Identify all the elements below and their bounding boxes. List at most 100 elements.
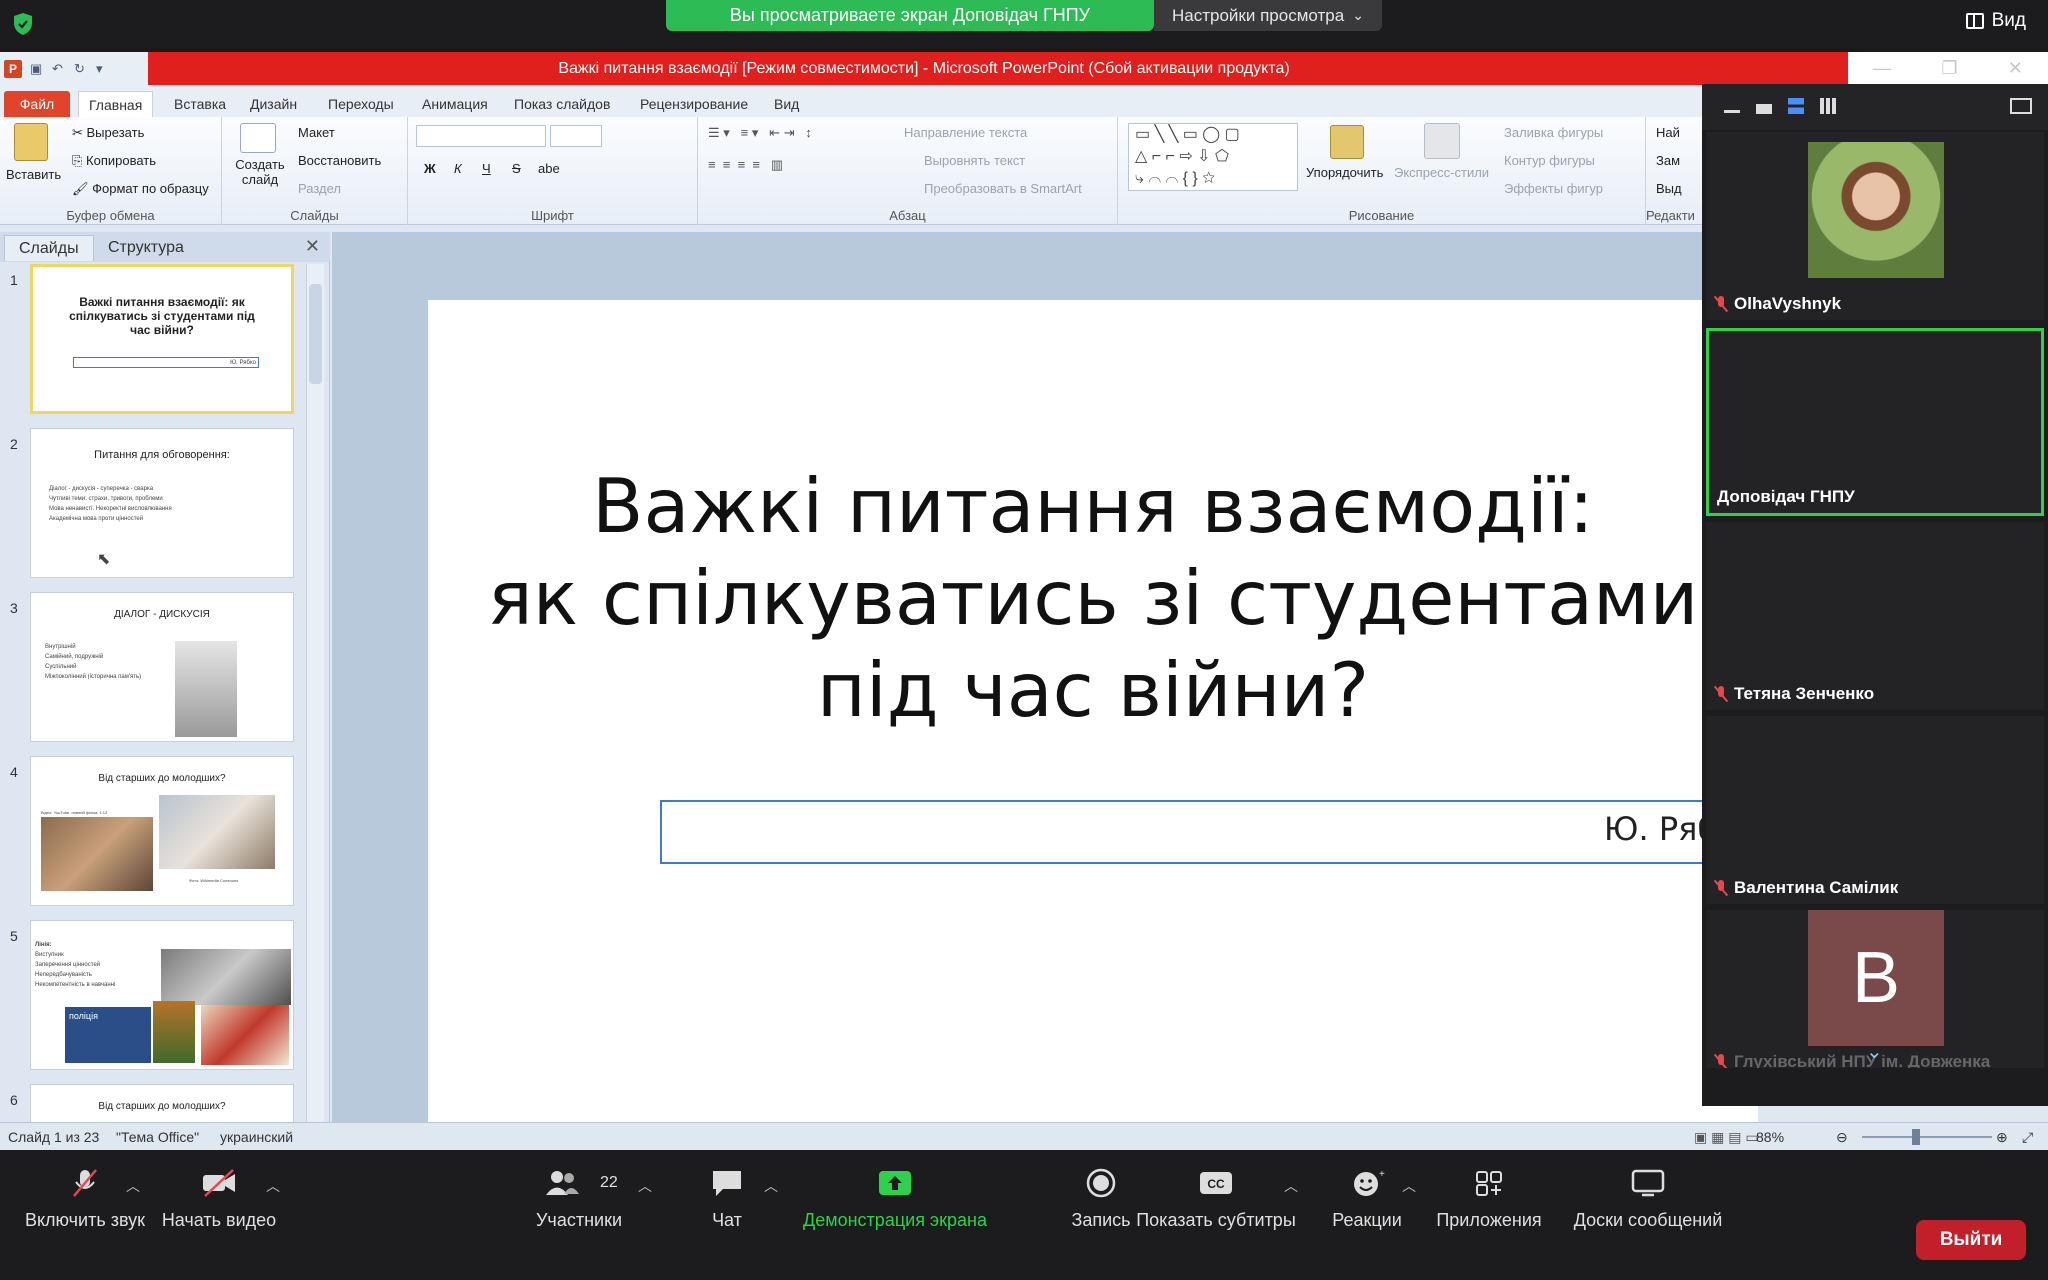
bullets-icon[interactable]: ☰ ▾ ≡ ▾ ⇤ ⇥ ↕ [708, 125, 812, 141]
new-slide-icon[interactable] [240, 123, 276, 153]
text-direction-button[interactable]: Направление текста [904, 125, 1027, 140]
slide-thumbnail-3[interactable]: ДІАЛОГ - ДИСКУСІЯ Внутрішній Самійний, п… [30, 592, 294, 742]
font-name-select[interactable] [416, 125, 546, 147]
apps-button[interactable]: Приложения [1404, 1171, 1574, 1231]
slide-thumbnail-2[interactable]: Питання для обговорення: Діалог - дискус… [30, 428, 294, 578]
paste-icon[interactable] [14, 123, 48, 161]
slide-thumbnail-5[interactable]: Лінія: Виступник Заперечення цінностей Н… [30, 920, 294, 1070]
tab-insert[interactable]: Вставка [164, 91, 236, 117]
zoom-out-icon[interactable]: ⊖ [1836, 1129, 1848, 1146]
slide-subtitle-box[interactable]: Ю. Рябко [660, 800, 1758, 864]
shape-fill-button[interactable]: Заливка фигуры [1504, 125, 1603, 140]
align-icons[interactable]: ≡ ≡ ≡ ≡ ▥ [708, 157, 783, 173]
minimize-icon[interactable]: — [1873, 58, 1891, 79]
quick-styles-button[interactable]: Экспресс-стили [1394, 165, 1489, 180]
slide-thumbnail-1[interactable]: Важкі питання взаємодії: як спілкуватись… [30, 264, 294, 414]
font-size-select[interactable] [550, 125, 602, 147]
minimize-panel-icon[interactable] [1724, 110, 1740, 113]
language[interactable]: украинский [220, 1129, 293, 1145]
captions-options-caret-icon[interactable]: ︿ [1284, 1176, 1298, 1196]
shape-effects-button[interactable]: Эффекты фигур [1504, 181, 1603, 196]
participant-tile-active-speaker[interactable]: Доповідач ГНПУ [1706, 328, 2044, 516]
arrange-button[interactable]: Упорядочить [1306, 165, 1383, 180]
zoom-slider[interactable] [1862, 1136, 1992, 1138]
participants-options-caret-icon[interactable]: ︿ [638, 1176, 652, 1196]
slide-thumbnail-4[interactable]: Від старших до молодших? Відео: YouTube,… [30, 756, 294, 906]
close-icon[interactable]: ✕ [2008, 58, 2023, 79]
show-captions-button[interactable]: CC ︿ Показать субтитры [1130, 1172, 1302, 1231]
tab-file[interactable]: Файл [4, 91, 70, 117]
view-mode-icons[interactable]: ▣ ▦ ▤ ▭ [1694, 1129, 1759, 1146]
paste-button[interactable]: Вставить [6, 167, 61, 182]
shadow-button[interactable]: abe [538, 161, 560, 176]
participants-button[interactable]: 22 ︿ Участники [494, 1171, 664, 1231]
thumbnails-scrollbar[interactable] [306, 264, 324, 1122]
tab-slides[interactable]: Слайды [4, 235, 94, 261]
tab-transitions[interactable]: Переходы [318, 91, 404, 117]
slide-title[interactable]: Важкі питання взаємодії: як спілкуватись… [428, 460, 1758, 736]
redo-icon[interactable]: ↻ [74, 61, 88, 76]
security-shield-icon[interactable] [12, 12, 34, 36]
tab-view[interactable]: Вид [764, 91, 809, 117]
tab-slideshow[interactable]: Показ слайдов [504, 91, 620, 117]
slide-thumbnail-6[interactable]: Від старших до молодших? [30, 1084, 294, 1122]
find-button[interactable]: Най [1656, 125, 1680, 140]
new-slide-button[interactable]: Создать слайд [232, 157, 288, 187]
view-settings-dropdown[interactable]: Настройки просмотра ⌄ [1154, 0, 1382, 31]
shape-outline-button[interactable]: Контур фигуры [1504, 153, 1595, 168]
video-options-caret-icon[interactable]: ︿ [266, 1176, 280, 1196]
layout-button[interactable]: Макет [298, 125, 335, 140]
format-painter-button[interactable]: 🖌 Формат по образцу [72, 181, 209, 197]
arrange-icon[interactable] [1330, 125, 1364, 159]
thumb-title: Питання для обговорення: [94, 449, 230, 461]
participant-tile[interactable]: В Глухівський НПУ ім. Довженка ⌄ [1706, 910, 2044, 1068]
leave-meeting-button[interactable]: Выйти [1916, 1220, 2026, 1260]
tab-animation[interactable]: Анимация [412, 91, 498, 117]
powerpoint-app-icon[interactable]: P [4, 59, 22, 78]
single-view-icon[interactable] [1756, 104, 1772, 114]
undo-icon[interactable]: ↶ [52, 61, 66, 76]
scrollbar-thumb[interactable] [309, 284, 322, 384]
customize-qat-icon[interactable]: ▾ [96, 61, 110, 76]
audio-options-caret-icon[interactable]: ︿ [126, 1176, 140, 1196]
save-icon[interactable]: ▣ [30, 61, 44, 76]
tab-outline[interactable]: Структура [94, 235, 198, 261]
tab-review[interactable]: Рецензирование [630, 91, 758, 117]
underline-button[interactable]: Ч [482, 161, 491, 176]
reactions-options-caret-icon[interactable]: ︿ [1402, 1176, 1416, 1196]
gallery-view-icon[interactable] [1820, 98, 1836, 114]
shapes-gallery[interactable]: ▭ ╲ ╲ ▭ ◯ ▢ △ ⌐ ⌐ ⇨ ⇩ ⬠ ⤷ ⌒ ⌒ { } ☆ [1128, 123, 1298, 191]
section-button[interactable]: Раздел [298, 181, 341, 196]
participant-tile[interactable]: Тетяна Зенченко [1706, 522, 2044, 710]
start-video-button[interactable]: ︿ Начать видео [134, 1169, 304, 1231]
cut-button[interactable]: ✂ Вырезать [72, 125, 144, 141]
participant-tile[interactable]: OlhaVyshnyk [1706, 132, 2044, 320]
copy-button[interactable]: ⎘ Копировать [72, 153, 156, 169]
zoom-in-icon[interactable]: ⊕ [1996, 1129, 2008, 1146]
quick-styles-icon[interactable] [1424, 123, 1460, 159]
zoom-percent[interactable]: 88% [1756, 1129, 1784, 1145]
current-slide[interactable]: Важкі питання взаємодії: як спілкуватись… [428, 300, 1758, 1150]
select-button[interactable]: Выд [1656, 181, 1682, 196]
strip-view-icon[interactable] [1788, 98, 1804, 114]
align-text-button[interactable]: Выровнять текст [924, 153, 1025, 168]
restore-icon[interactable]: ❐ [1941, 58, 1957, 79]
close-pane-icon[interactable]: ✕ [305, 236, 320, 257]
replace-button[interactable]: Зам [1656, 153, 1680, 168]
scroll-down-chevron-icon[interactable]: ⌄ [1866, 1039, 1883, 1064]
strikethrough-button[interactable]: S [512, 161, 521, 176]
fit-window-icon[interactable]: ⤢ [2022, 1129, 2033, 1146]
tab-design[interactable]: Дизайн [240, 91, 307, 117]
convert-smartart-button[interactable]: Преобразовать в SmartArt [924, 181, 1082, 196]
bold-button[interactable]: Ж [424, 161, 436, 176]
zoom-slider-knob[interactable] [1912, 1129, 1920, 1145]
reset-button[interactable]: Восстановить [298, 153, 381, 168]
whiteboards-button[interactable]: Доски сообщений [1558, 1169, 1738, 1231]
italic-button[interactable]: К [454, 161, 462, 176]
share-screen-button[interactable]: Демонстрация экрана [784, 1171, 1006, 1231]
participant-tile[interactable]: Валентина Самілик [1706, 716, 2044, 904]
tab-home[interactable]: Главная [78, 91, 154, 117]
chat-options-caret-icon[interactable]: ︿ [764, 1176, 778, 1196]
expand-panel-icon[interactable] [2010, 98, 2032, 114]
view-button[interactable]: Вид [1965, 10, 2026, 32]
